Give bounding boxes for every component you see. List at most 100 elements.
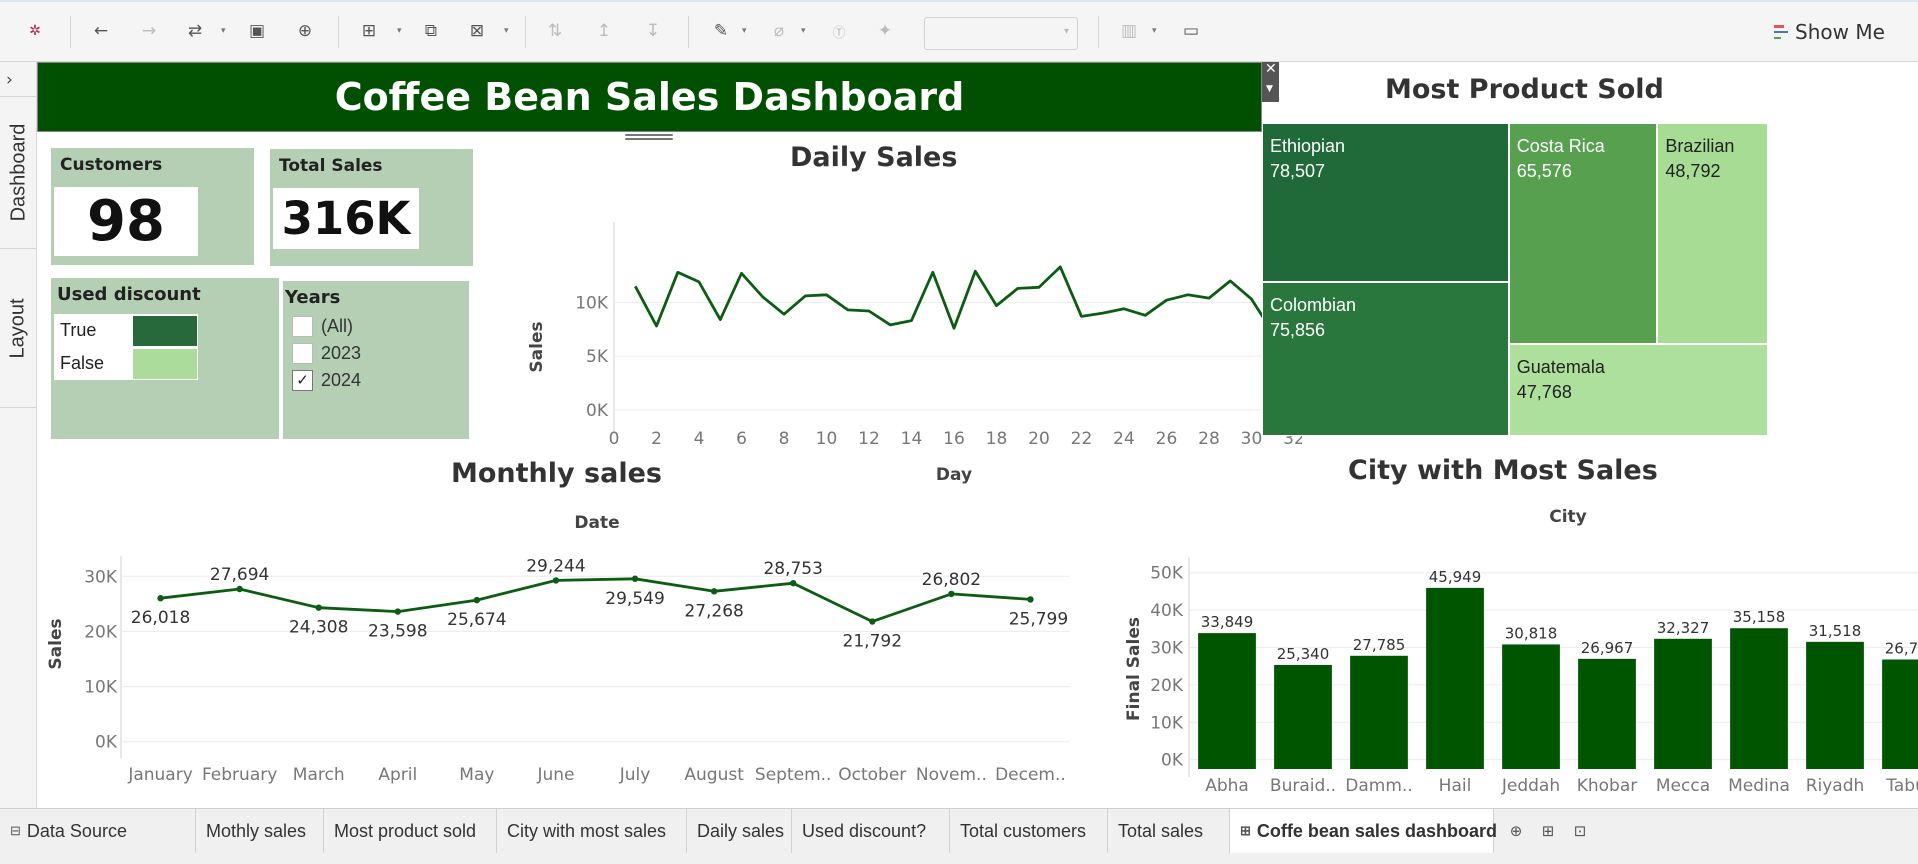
monthly-sales-chart[interactable]: Date 0K 10K 20K 30K Sales January February March…: [37, 502, 1097, 808]
move-handle-icon[interactable]: [625, 132, 673, 142]
tab-daily-sales[interactable]: Daily sales: [687, 809, 792, 853]
save-icon[interactable]: ▣: [244, 18, 270, 44]
city-sales-chart[interactable]: City 0K 10K 20K 30K 40K 50K Final Sales 33,849 Ab…: [1077, 497, 1918, 808]
treemap-cell[interactable]: Guatemala 47,768: [1508, 343, 1768, 436]
treemap-cell[interactable]: Ethiopian 78,507: [1262, 123, 1509, 283]
undo-icon[interactable]: ←: [88, 18, 114, 44]
treemap-cell-name: Costa Rica: [1516, 136, 1605, 156]
y-tick-label: 10K: [575, 293, 609, 313]
expand-panel-icon[interactable]: ›: [6, 70, 13, 90]
new-dashboard-icon[interactable]: ⊞: [1538, 821, 1558, 841]
replay-icon[interactable]: ⇄: [182, 18, 208, 44]
tab-monthly-sales[interactable]: Mothly sales: [196, 809, 324, 853]
clear-sheet-icon[interactable]: ⊠: [464, 18, 490, 44]
show-cards-dropdown-icon[interactable]: ▾: [1152, 26, 1162, 36]
kpi-customers-value-box: 98: [54, 187, 198, 256]
monthly-sales-line: [160, 577, 1031, 623]
close-icon[interactable]: ✕: [1265, 61, 1277, 77]
checkbox-icon[interactable]: [292, 342, 313, 364]
dashboard-icon: ⊞: [1240, 823, 1251, 838]
redo-icon[interactable]: →: [136, 18, 162, 44]
tableau-logo-icon[interactable]: ✲: [22, 18, 48, 44]
legend-item-true[interactable]: True: [54, 314, 198, 347]
show-me-label: Show Me: [1795, 20, 1885, 44]
x-tick-label: August: [684, 765, 744, 785]
y-axis-title: Sales: [527, 321, 547, 372]
tab-total-customers[interactable]: Total customers: [950, 809, 1108, 853]
new-data-source-icon[interactable]: ⊕: [292, 18, 318, 44]
kpi-customers-value: 98: [87, 189, 165, 254]
treemap-cell-value: 48,792: [1665, 161, 1721, 181]
monthly-point: [869, 618, 876, 625]
x-tick-label: 4: [694, 429, 705, 449]
checkbox-checked-icon[interactable]: ✓: [292, 369, 313, 391]
checkbox-icon[interactable]: [292, 315, 313, 337]
sort-descending-icon[interactable]: ↧: [640, 18, 666, 44]
tab-data-source[interactable]: ⊟ Data Source: [0, 809, 196, 853]
side-tab-dashboard[interactable]: Dashboard: [0, 96, 37, 248]
clear-sheet-dropdown-icon[interactable]: ▾: [504, 26, 514, 36]
presentation-mode-icon[interactable]: ▭: [1178, 18, 1204, 44]
monthly-point: [631, 575, 639, 582]
group-members-icon[interactable]: ⌀: [766, 18, 792, 44]
show-me-button[interactable]: Show Me: [1774, 18, 1885, 46]
filter-option-2024[interactable]: ✓ 2024: [292, 368, 361, 392]
filter-option-label: (All): [321, 315, 353, 336]
group-dropdown-icon[interactable]: ▾: [801, 26, 811, 36]
city-bar: [1274, 664, 1332, 769]
dashboard-title-bar[interactable]: Coffee Bean Sales Dashboard: [37, 62, 1262, 132]
x-tick-label: June: [536, 765, 574, 785]
x-tick-label: January: [127, 765, 192, 785]
x-tick-label: March: [293, 765, 345, 785]
kpi-customers[interactable]: Customers 98: [51, 148, 254, 265]
highlight-dropdown-icon[interactable]: ▾: [742, 26, 752, 36]
more-options-icon[interactable]: ▼: [1266, 84, 1273, 94]
kpi-total-sales[interactable]: Total Sales 316K: [270, 149, 473, 266]
data-label: 26,967: [1581, 639, 1634, 657]
new-story-icon[interactable]: ⊡: [1570, 821, 1590, 841]
tab-most-product-sold[interactable]: Most product sold: [324, 809, 497, 853]
treemap-cell[interactable]: Colombian 75,856: [1262, 282, 1509, 436]
new-worksheet-icon[interactable]: ⊕: [1506, 821, 1526, 841]
daily-sales-chart[interactable]: 0K5K10K0 2 4 6 8 10 12 14 16 18 20 22 24 26 28 30 32DayS…: [482, 172, 1302, 492]
swap-axes-icon[interactable]: ⇅: [542, 18, 568, 44]
tab-label: Total sales: [1118, 820, 1204, 841]
sort-ascending-icon[interactable]: ↥: [591, 18, 617, 44]
monthly-point: [552, 577, 560, 584]
legend-item-false[interactable]: False: [54, 347, 198, 380]
treemap-cell-label: Colombian 75,856: [1270, 293, 1356, 343]
replay-dropdown-icon[interactable]: ▾: [221, 26, 231, 36]
data-label: 26,018: [131, 608, 190, 628]
tab-used-discount[interactable]: Used discount?: [792, 809, 950, 853]
tab-coffee-bean-sales-dashboard[interactable]: ⊞ Coffe bean sales dashboard: [1230, 809, 1497, 853]
monthly-point: [236, 585, 243, 593]
show-labels-icon[interactable]: Ⓣ: [826, 18, 852, 44]
x-tick-label: Decem..: [995, 765, 1066, 785]
highlight-icon[interactable]: ✎: [708, 18, 734, 44]
side-tab-layout[interactable]: Layout: [0, 248, 37, 408]
show-cards-icon[interactable]: ▥: [1116, 18, 1142, 44]
tab-total-sales[interactable]: Total sales: [1108, 809, 1230, 853]
fit-combo[interactable]: ▾: [924, 17, 1078, 50]
filter-option-2023[interactable]: 2023: [292, 341, 361, 365]
y-tick-label: 0K: [95, 733, 118, 753]
y-tick-label: 10K: [84, 678, 118, 698]
y-tick-label: 20K: [1150, 676, 1184, 696]
tab-label: City with most sales: [507, 820, 667, 841]
data-label: 27,694: [210, 565, 269, 585]
x-axis-title: Day: [936, 465, 972, 485]
filter-option-all[interactable]: (All): [292, 314, 353, 338]
new-worksheet-icon[interactable]: ⊞: [356, 18, 382, 44]
pin-icon[interactable]: ✦: [872, 18, 898, 44]
tab-city-with-most-sales[interactable]: City with most sales: [497, 809, 687, 853]
duplicate-sheet-icon[interactable]: ⧉: [418, 18, 444, 44]
toolbar-separator: [1098, 16, 1099, 48]
treemap-cell[interactable]: Costa Rica 65,576: [1508, 123, 1658, 344]
x-tick-label: Tabuk: [1885, 776, 1918, 796]
new-worksheet-dropdown-icon[interactable]: ▾: [397, 26, 407, 36]
data-label: 24,308: [289, 618, 348, 638]
city-bar: [1882, 659, 1918, 769]
most-product-sold-treemap[interactable]: Ethiopian 78,507 Colombian 75,856 Costa Rica…: [1262, 123, 1768, 436]
treemap-cell[interactable]: Brazilian 48,792: [1657, 123, 1768, 344]
x-tick-label: Septem..: [755, 765, 832, 785]
